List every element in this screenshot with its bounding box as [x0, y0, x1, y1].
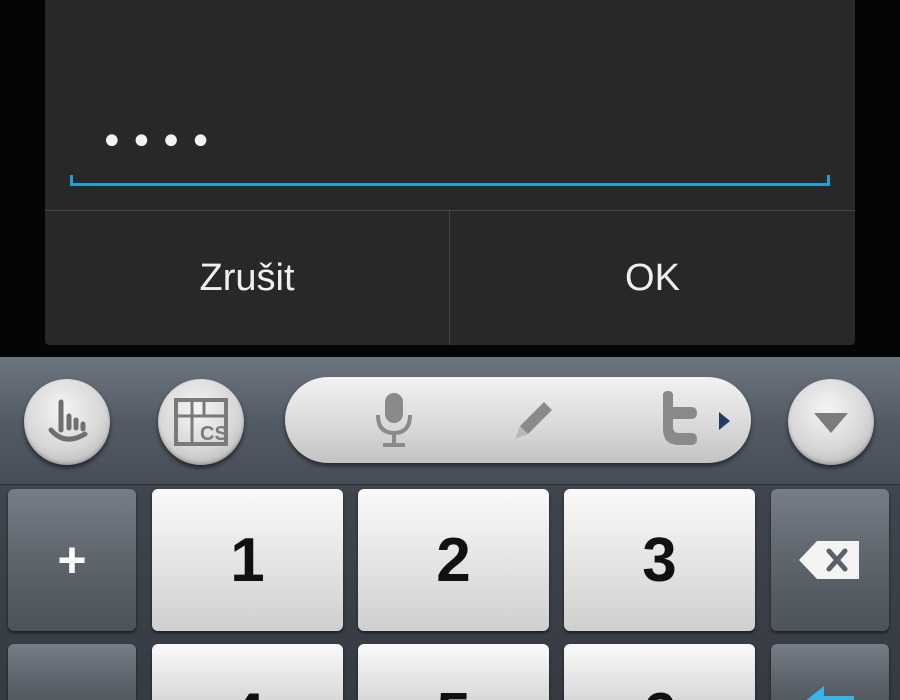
hide-keyboard-button[interactable] — [788, 379, 874, 465]
pencil-icon — [516, 402, 552, 438]
swype-button[interactable] — [24, 379, 110, 465]
password-field-underline — [70, 175, 830, 186]
keyboard-toolbar: CS — [0, 357, 900, 485]
password-mask: •••• — [100, 119, 219, 165]
key-2[interactable]: 2 — [358, 489, 549, 631]
handwriting-button[interactable] — [505, 391, 563, 449]
ok-button[interactable]: OK — [450, 211, 855, 345]
keyboard-layout-cs-icon: CS — [174, 398, 228, 446]
enter-icon — [806, 686, 854, 700]
on-screen-keyboard: CS + 1 2 3 — [0, 357, 900, 700]
password-dialog: •••• Zrušit OK — [45, 0, 855, 345]
svg-text:CS: CS — [200, 423, 228, 445]
hide-keyboard-icon — [814, 413, 848, 433]
voice-input-button[interactable] — [365, 391, 423, 449]
symbols-key[interactable] — [8, 644, 136, 700]
microphone-icon — [376, 393, 412, 447]
key-3[interactable]: 3 — [564, 489, 755, 631]
toolbar-actions — [285, 377, 751, 463]
twitter-button[interactable] — [650, 391, 708, 449]
swype-logo-icon — [48, 399, 88, 442]
key-1[interactable]: 1 — [152, 489, 343, 631]
cancel-button[interactable]: Zrušit — [45, 211, 449, 345]
password-field[interactable]: •••• — [70, 110, 830, 186]
key-5[interactable]: 5 — [358, 644, 549, 700]
backspace-key[interactable] — [771, 489, 889, 631]
key-4[interactable]: 4 — [152, 644, 343, 700]
keyboard-layout-button[interactable]: CS — [158, 379, 244, 465]
backspace-icon — [799, 541, 859, 579]
more-arrow-icon[interactable] — [719, 412, 730, 430]
key-plus[interactable]: + — [8, 489, 136, 631]
twitter-icon — [663, 391, 697, 445]
enter-key[interactable] — [771, 644, 889, 700]
key-6[interactable]: 6 — [564, 644, 755, 700]
